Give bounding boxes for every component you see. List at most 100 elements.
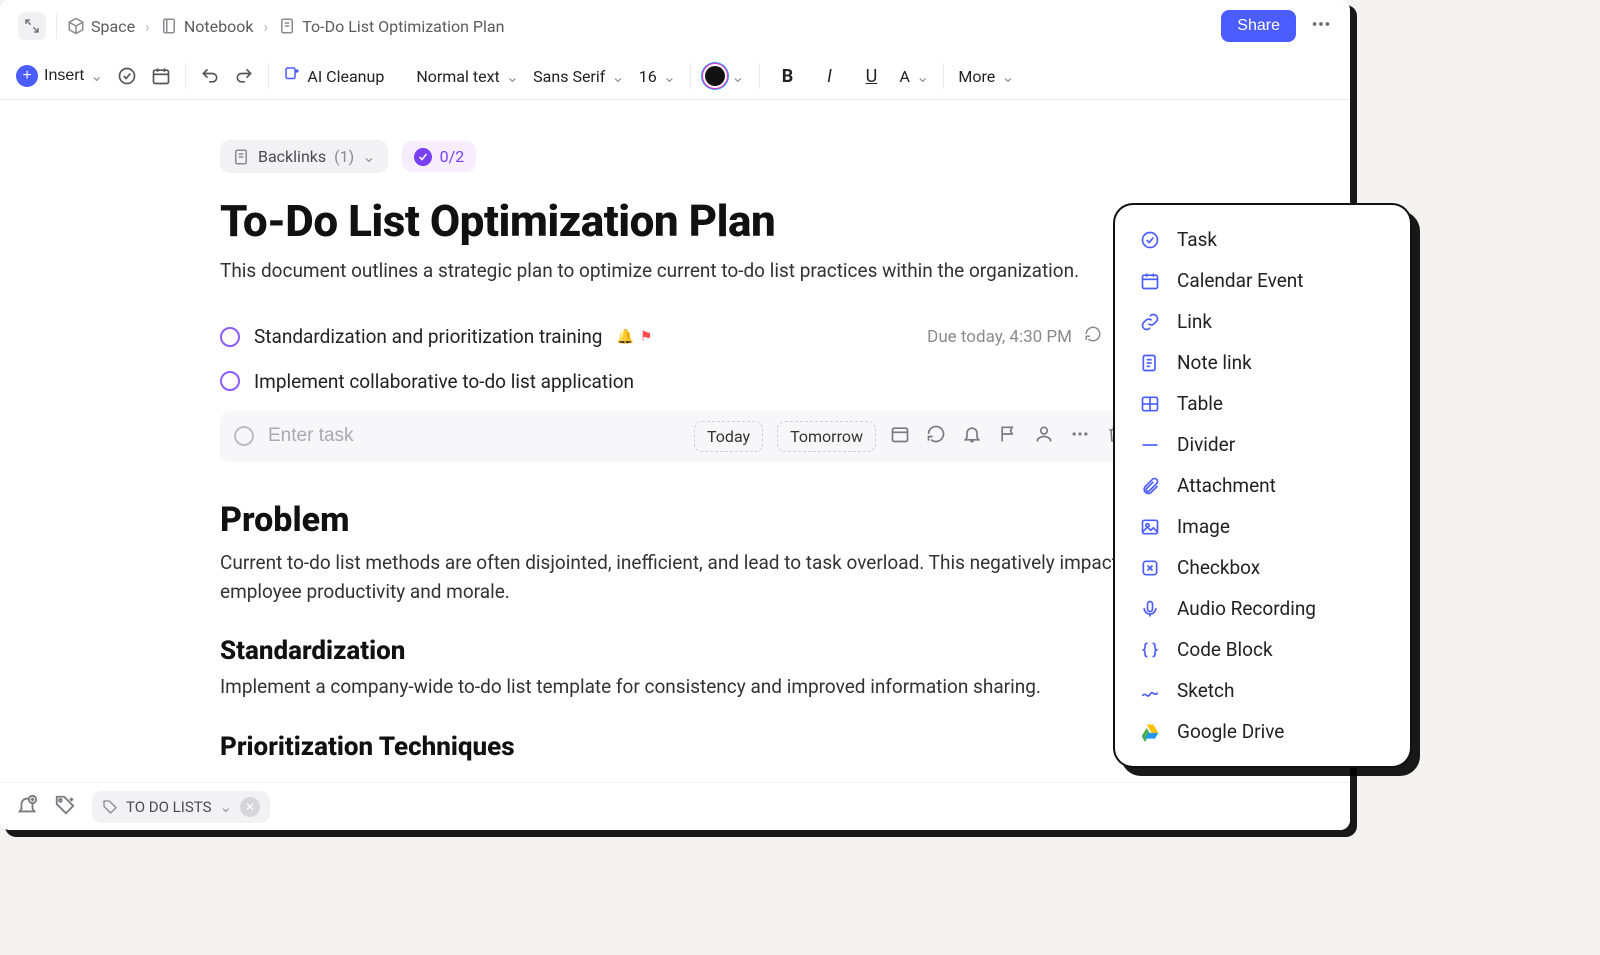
insert-menu-attachment[interactable]: Attachment	[1121, 465, 1404, 506]
chevron-right-icon: ›	[145, 17, 150, 36]
breadcrumb-page[interactable]: To-Do List Optimization Plan	[278, 17, 504, 36]
task-row[interactable]: Standardization and prioritization train…	[220, 314, 1140, 360]
task-row[interactable]: Implement collaborative to-do list appli…	[220, 360, 1140, 403]
breadcrumb-label: Space	[91, 17, 135, 36]
expand-icon[interactable]	[18, 12, 46, 40]
new-task-input[interactable]	[268, 425, 680, 447]
table-icon	[1139, 393, 1161, 415]
insert-menu-audio[interactable]: Audio Recording	[1121, 588, 1404, 629]
topbar: Space › Notebook › To-Do List Optimizati…	[0, 0, 1350, 53]
new-task-row[interactable]: Today Tomorrow	[220, 411, 1140, 462]
sparkle-icon	[283, 65, 301, 87]
reminder-icon[interactable]	[962, 424, 982, 448]
breadcrumb-space[interactable]: Space	[67, 17, 135, 36]
insert-menu-note-link[interactable]: Note link	[1121, 342, 1404, 383]
ai-cleanup-button[interactable]: AI Cleanup	[283, 65, 384, 87]
insert-menu-checkbox[interactable]: Checkbox	[1121, 547, 1404, 588]
insert-menu-divider[interactable]: Divider	[1121, 424, 1404, 465]
repeat-icon[interactable]	[926, 424, 946, 448]
more-icon[interactable]	[1070, 424, 1090, 448]
task-progress-text: 0/2	[440, 147, 465, 166]
backlinks-label: Backlinks	[258, 147, 326, 166]
page-icon	[232, 148, 250, 166]
task-progress-chip[interactable]: 0/2	[402, 141, 477, 172]
page-icon	[278, 17, 296, 35]
task-checkbox[interactable]	[220, 327, 240, 347]
task-text: Standardization and prioritization train…	[254, 325, 602, 348]
ai-cleanup-label: AI Cleanup	[307, 67, 384, 86]
remove-tag-icon[interactable]: ✕	[240, 797, 260, 817]
section-heading-problem[interactable]: Problem	[220, 500, 1140, 540]
checkbox-icon	[1139, 557, 1161, 579]
backlinks-count: (1)	[334, 147, 354, 166]
insert-menu-link[interactable]: Link	[1121, 301, 1404, 342]
italic-button[interactable]: I	[816, 66, 844, 87]
audio-icon	[1139, 598, 1161, 620]
check-icon	[414, 148, 432, 166]
insert-menu-gdrive[interactable]: Google Drive	[1121, 711, 1404, 752]
section-heading-standardization[interactable]: Standardization	[220, 636, 1140, 666]
insert-menu-task[interactable]: Task	[1121, 219, 1404, 260]
more-button[interactable]: More ⌄	[958, 67, 1014, 86]
chevron-down-icon: ⌄	[90, 66, 103, 86]
text-style-select[interactable]: Normal text ⌄	[416, 67, 519, 86]
insert-button[interactable]: + Insert ⌄	[16, 65, 103, 87]
cube-icon	[67, 17, 85, 35]
insert-menu-code[interactable]: Code Block	[1121, 629, 1404, 670]
section-heading-prioritization[interactable]: Prioritization Techniques	[220, 732, 1140, 762]
calendar-icon[interactable]	[151, 66, 171, 86]
notification-add-icon[interactable]	[16, 794, 38, 820]
chevron-down-icon: ⌄	[1001, 67, 1014, 86]
breadcrumb-notebook[interactable]: Notebook	[160, 17, 254, 36]
flag-icon[interactable]	[998, 424, 1018, 448]
flag-icon: ⚑	[640, 329, 653, 345]
share-button[interactable]: Share	[1221, 10, 1296, 42]
section-body[interactable]: Current to-do list methods are often dis…	[220, 548, 1140, 607]
backlinks-chip[interactable]: Backlinks (1) ⌄	[220, 140, 388, 173]
repeat-icon[interactable]	[1084, 325, 1102, 348]
chevron-down-icon: ⌄	[362, 147, 375, 166]
tag-chip[interactable]: TO DO LISTS ⌄ ✕	[92, 791, 270, 823]
footer: TO DO LISTS ⌄ ✕	[0, 782, 1350, 830]
more-icon[interactable]	[1310, 13, 1332, 39]
tag-icon	[102, 799, 118, 815]
task-check-icon[interactable]	[117, 66, 137, 86]
tag-add-icon[interactable]	[54, 794, 76, 820]
font-size-select[interactable]: 16 ⌄	[639, 67, 676, 86]
document: Backlinks (1) ⌄ 0/2 To-Do List Optimizat…	[220, 140, 1140, 808]
undo-icon[interactable]	[200, 66, 220, 86]
note-link-icon	[1139, 352, 1161, 374]
insert-menu-table[interactable]: Table	[1121, 383, 1404, 424]
underline-button[interactable]: U	[858, 66, 886, 87]
highlight-button[interactable]: A ⌄	[900, 67, 930, 86]
code-icon	[1139, 639, 1161, 661]
page-title[interactable]: To-Do List Optimization Plan	[220, 195, 1140, 247]
section-body[interactable]: Implement a company-wide to-do list temp…	[220, 672, 1140, 701]
font-family-select[interactable]: Sans Serif ⌄	[533, 67, 625, 86]
assign-icon[interactable]	[1034, 424, 1054, 448]
insert-menu-calendar-event[interactable]: Calendar Event	[1121, 260, 1404, 301]
sketch-icon	[1139, 680, 1161, 702]
calendar-icon[interactable]	[890, 424, 910, 448]
text-color-picker[interactable]: ⌄	[705, 66, 744, 86]
insert-menu: Task Calendar Event Link Note link Table…	[1115, 205, 1410, 766]
gdrive-icon	[1139, 721, 1161, 743]
insert-label: Insert	[44, 67, 84, 85]
task-text: Implement collaborative to-do list appli…	[254, 370, 634, 393]
page-subtitle[interactable]: This document outlines a strategic plan …	[220, 257, 1140, 286]
bold-button[interactable]: B	[774, 66, 802, 87]
reminder-icon: 🔔	[616, 329, 633, 345]
insert-menu-sketch[interactable]: Sketch	[1121, 670, 1404, 711]
chevron-down-icon: ⌄	[731, 67, 744, 86]
quick-today-button[interactable]: Today	[694, 421, 763, 452]
calendar-icon	[1139, 270, 1161, 292]
task-checkbox[interactable]	[234, 426, 254, 446]
chevron-down-icon: ⌄	[611, 67, 624, 86]
redo-icon[interactable]	[234, 66, 254, 86]
task-checkbox[interactable]	[220, 371, 240, 391]
task-icon	[1139, 229, 1161, 251]
image-icon	[1139, 516, 1161, 538]
quick-tomorrow-button[interactable]: Tomorrow	[777, 421, 876, 452]
tag-label: TO DO LISTS	[126, 798, 211, 816]
insert-menu-image[interactable]: Image	[1121, 506, 1404, 547]
